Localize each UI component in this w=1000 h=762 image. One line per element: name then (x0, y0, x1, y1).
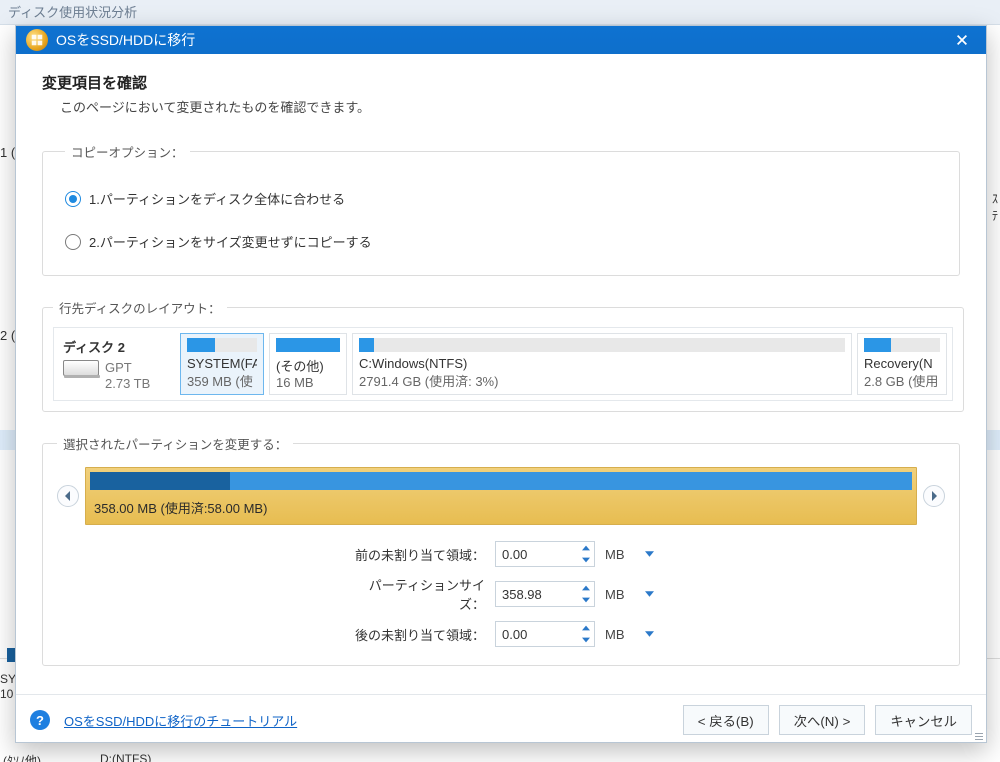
partition-subtext: 359 MB (使 (187, 371, 257, 390)
partition-block[interactable]: Recovery(N2.8 GB (使用 (857, 333, 947, 395)
spin-down-button[interactable] (578, 554, 594, 566)
partition-usage-bar (90, 472, 912, 490)
spin-up-button[interactable] (578, 582, 594, 594)
unit-label: MB (605, 627, 631, 642)
dialog-title: OSをSSD/HDDに移行 (56, 30, 948, 50)
partition-name: (その他) (276, 356, 340, 375)
background-dntfs-label: D:(NTFS) (100, 752, 151, 762)
background-top-strip: ディスク使用状況分析 (0, 0, 1000, 25)
partition-subtext: 2791.4 GB (使用済: 3%) (359, 371, 845, 390)
disk-type: GPT (105, 360, 132, 375)
disk-row: ディスク 2 GPT 2.73 TB SYSTEM(FAT359 MB (使(そ… (53, 327, 953, 401)
copy-option-2-label: 2.パーティションをサイズ変更せずにコピーする (89, 232, 372, 251)
dest-disk-legend: 行先ディスクのレイアウト： (53, 298, 227, 317)
dialog-footer: ? OSをSSD/HDDに移行のチュートリアル < 戻る(B) 次へ(N) > … (16, 694, 986, 745)
partition-size-label: パーティションサイズ： (345, 575, 485, 613)
partition-usage-mini-bar (359, 338, 845, 352)
unit-dropdown[interactable] (641, 621, 657, 647)
background-bottom-label1: SY (0, 672, 16, 686)
scroll-right-button[interactable] (923, 485, 945, 507)
disk-size: 2.73 TB (105, 376, 171, 391)
page-title: 変更項目を確認 (42, 72, 960, 93)
dialog-titlebar: OSをSSD/HDDに移行 (16, 26, 986, 54)
next-button[interactable]: 次へ(N) > (779, 705, 866, 735)
background-side-text: ｽﾃ (992, 190, 1000, 224)
tutorial-link[interactable]: OSをSSD/HDDに移行のチュートリアル (64, 711, 297, 730)
scroll-left-button[interactable] (57, 485, 79, 507)
copy-option-1-label: 1.パーティションをディスク全体に合わせる (89, 189, 345, 208)
partitions-container: SYSTEM(FAT359 MB (使(その他)16 MBC:Windows(N… (180, 333, 947, 395)
unit-label: MB (605, 587, 631, 602)
edit-partition-legend: 選択されたパーティションを変更する： (57, 434, 293, 453)
partition-subtext: 16 MB (276, 375, 340, 390)
partition-block[interactable]: C:Windows(NTFS)2791.4 GB (使用済: 3%) (352, 333, 852, 395)
disk-name: ディスク 2 (63, 337, 171, 356)
partition-usage-mini-bar (276, 338, 340, 352)
background-disk1-label: 1 ( (0, 145, 15, 160)
partition-name: Recovery(N (864, 356, 940, 371)
partition-name: SYSTEM(FAT (187, 356, 257, 371)
copy-options-legend: コピーオプション： (65, 142, 190, 161)
migrate-os-dialog: OSをSSD/HDDに移行 変更項目を確認 このページにおいて変更されたものを確… (15, 25, 987, 743)
unit-dropdown[interactable] (641, 581, 657, 607)
partition-edit-bar[interactable]: 358.00 MB (使用済:58.00 MB) (85, 467, 917, 525)
copy-option-1[interactable]: 1.パーティションをディスク全体に合わせる (65, 189, 937, 208)
partition-block[interactable]: SYSTEM(FAT359 MB (使 (180, 333, 264, 395)
disk-icon (63, 360, 99, 376)
before-unalloc-label: 前の未割り当て領域： (345, 545, 485, 564)
app-icon (26, 29, 48, 51)
spin-up-button[interactable] (578, 542, 594, 554)
unit-label: MB (605, 547, 631, 562)
partition-usage-mini-bar (864, 338, 940, 352)
page-subtitle: このページにおいて変更されたものを確認できます。 (42, 97, 960, 116)
disk-info: ディスク 2 GPT 2.73 TB (59, 333, 175, 395)
partition-usage-text: 358.00 MB (使用済:58.00 MB) (86, 490, 916, 517)
cancel-button[interactable]: キャンセル (875, 705, 972, 735)
radio-icon (65, 191, 81, 207)
partition-usage-mini-bar (187, 338, 257, 352)
spin-down-button[interactable] (578, 634, 594, 646)
back-button[interactable]: < 戻る(B) (683, 705, 769, 735)
close-button[interactable] (948, 26, 976, 54)
copy-options-group: コピーオプション： 1.パーティションをディスク全体に合わせる 2.パーティショ… (42, 142, 960, 276)
after-unalloc-label: 後の未割り当て領域： (345, 625, 485, 644)
background-other-label: (ﾀｿﾉ他) (3, 752, 41, 762)
background-bottom-label2: 10 (0, 687, 13, 701)
spin-down-button[interactable] (578, 594, 594, 606)
dest-disk-layout-group: 行先ディスクのレイアウト： ディスク 2 GPT 2.73 TB SYSTEM(… (42, 298, 964, 412)
partition-name: C:Windows(NTFS) (359, 356, 845, 371)
size-fields: 前の未割り当て領域： MB パーティションサイズ： (57, 541, 945, 647)
edit-partition-group: 選択されたパーティションを変更する： 358.00 MB (使用済:58.00 … (42, 434, 960, 666)
help-icon: ? (30, 710, 50, 730)
partition-block[interactable]: (その他)16 MB (269, 333, 347, 395)
copy-option-2[interactable]: 2.パーティションをサイズ変更せずにコピーする (65, 232, 937, 251)
unit-dropdown[interactable] (641, 541, 657, 567)
partition-subtext: 2.8 GB (使用 (864, 371, 940, 390)
background-disk2-label: 2 ( (0, 328, 15, 343)
spin-up-button[interactable] (578, 622, 594, 634)
radio-icon (65, 234, 81, 250)
